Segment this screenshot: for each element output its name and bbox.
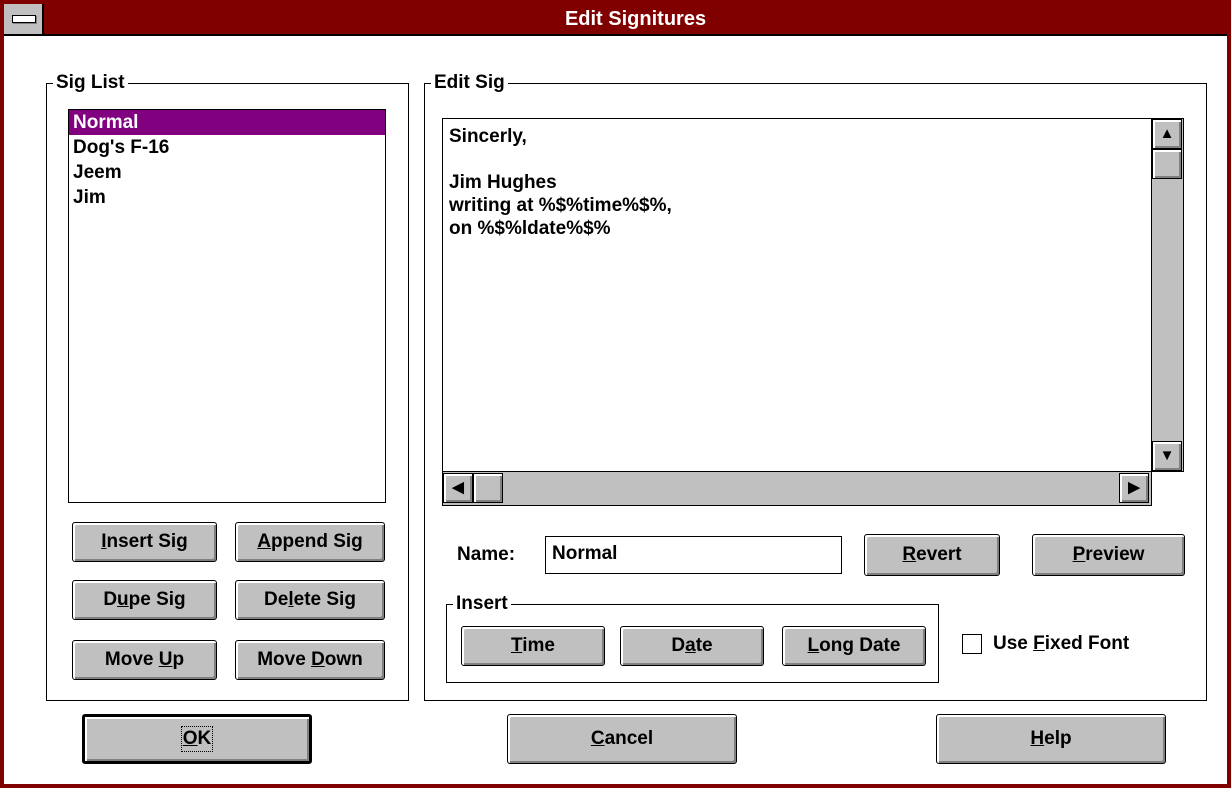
insert-date-button[interactable]: Date: [620, 626, 764, 666]
list-item[interactable]: Normal: [69, 110, 385, 135]
scroll-corner: [1151, 471, 1184, 506]
list-item[interactable]: Jim: [69, 185, 385, 210]
list-item[interactable]: Jeem: [69, 160, 385, 185]
insert-long-date-button[interactable]: Long Date: [782, 626, 926, 666]
insert-group: Insert Time Date Long Date: [446, 593, 939, 683]
signature-text[interactable]: Sincerly, Jim Hughes writing at %$%time%…: [449, 125, 672, 240]
vertical-scroll-thumb[interactable]: [1152, 149, 1182, 179]
signature-listbox[interactable]: Normal Dog's F-16 Jeem Jim: [68, 109, 386, 503]
arrow-up-icon[interactable]: ▲: [1152, 119, 1182, 149]
insert-sig-button[interactable]: Insert Sig: [72, 522, 217, 562]
dupe-sig-button[interactable]: Dupe Sig: [72, 580, 217, 620]
arrow-right-icon[interactable]: ▶: [1119, 473, 1149, 503]
cancel-button[interactable]: Cancel: [507, 714, 737, 764]
delete-sig-button[interactable]: Delete Sig: [235, 580, 385, 620]
system-menu-icon[interactable]: [4, 4, 44, 34]
revert-button[interactable]: Revert: [864, 534, 1000, 576]
sig-list-label: Sig List: [53, 72, 128, 94]
insert-group-label: Insert: [453, 593, 511, 615]
move-up-button[interactable]: Move Up: [72, 640, 217, 680]
horizontal-scroll-thumb[interactable]: [473, 473, 503, 503]
title-bar: Edit Signitures: [4, 4, 1227, 36]
ok-button[interactable]: OK: [82, 714, 312, 764]
horizontal-scrollbar[interactable]: ◀ ▶: [443, 471, 1151, 505]
signature-text-editor[interactable]: Sincerly, Jim Hughes writing at %$%time%…: [442, 118, 1184, 506]
edit-sig-label: Edit Sig: [431, 72, 508, 94]
help-button[interactable]: Help: [936, 714, 1166, 764]
fixed-font-checkbox[interactable]: [962, 634, 982, 654]
append-sig-button[interactable]: Append Sig: [235, 522, 385, 562]
name-field[interactable]: Normal: [545, 536, 842, 574]
sig-list-group: Sig List Normal Dog's F-16 Jeem Jim Inse…: [46, 72, 409, 701]
arrow-down-icon[interactable]: ▼: [1152, 441, 1182, 471]
edit-signatures-dialog: Edit Signitures Sig List Normal Dog's F-…: [0, 0, 1231, 788]
window-title: Edit Signitures: [564, 8, 707, 30]
preview-button[interactable]: Preview: [1032, 534, 1185, 576]
move-down-button[interactable]: Move Down: [235, 640, 385, 680]
vertical-scrollbar[interactable]: ▲ ▼: [1151, 119, 1183, 472]
fixed-font-label[interactable]: Use Fixed Font: [993, 633, 1129, 655]
insert-time-button[interactable]: Time: [461, 626, 605, 666]
arrow-left-icon[interactable]: ◀: [443, 473, 473, 503]
edit-sig-group: Edit Sig Sincerly, Jim Hughes writing at…: [424, 72, 1207, 701]
list-item[interactable]: Dog's F-16: [69, 135, 385, 160]
name-label: Name:: [457, 544, 516, 565]
